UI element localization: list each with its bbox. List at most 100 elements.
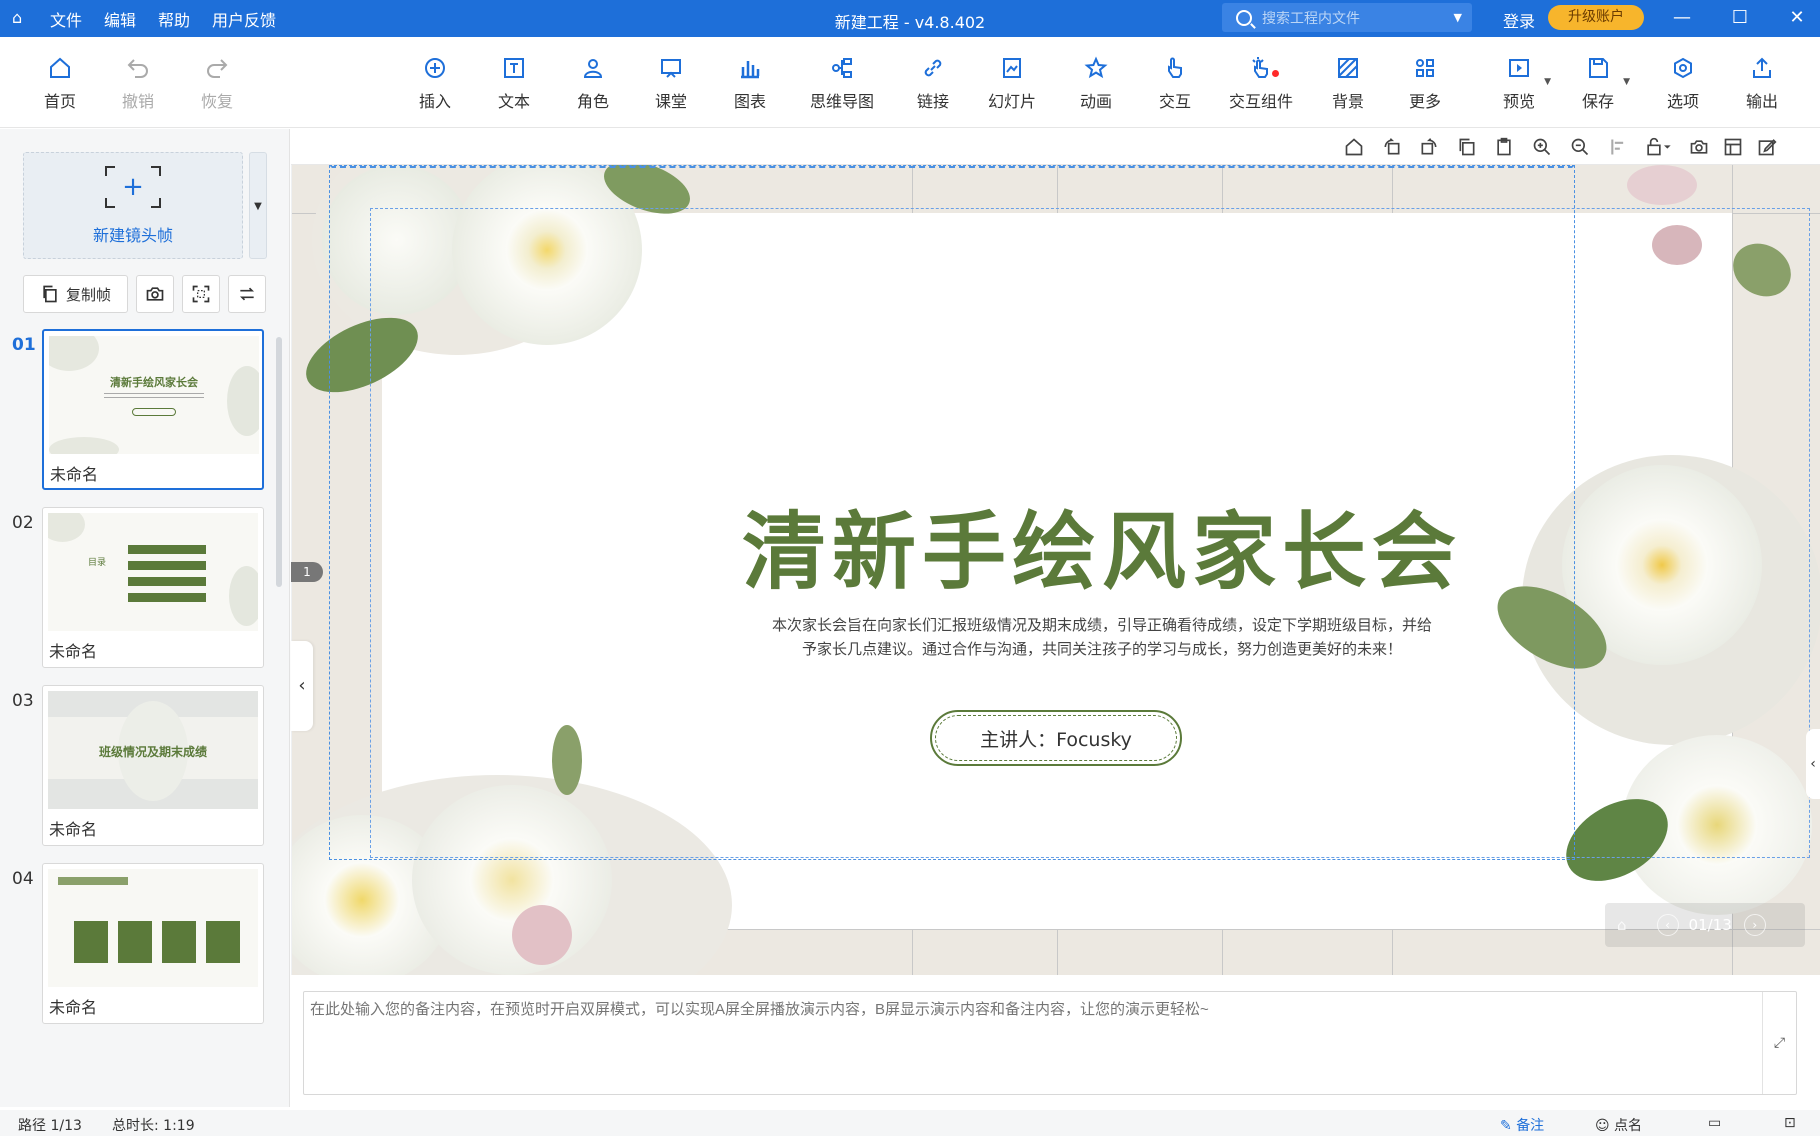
thumb-title: 班级情况及期末成绩 xyxy=(98,745,207,759)
link-icon xyxy=(919,54,947,82)
notes-toggle[interactable]: ✎ 备注 xyxy=(1500,1115,1544,1135)
paste-icon[interactable] xyxy=(1494,137,1514,157)
mindmap-button[interactable]: 思维导图 xyxy=(807,37,877,128)
search-input[interactable]: 搜索工程内文件 ▼ xyxy=(1222,3,1472,32)
insert-button[interactable]: 插入 xyxy=(415,37,455,128)
align-icon[interactable] xyxy=(1609,137,1629,157)
slide-thumbnail: 清新手绘风家长会 xyxy=(49,336,259,454)
slide-number: 01 xyxy=(12,335,36,355)
slide-thumbnail-card[interactable]: 班级情况及期末成绩 未命名 xyxy=(42,685,264,846)
menu-bar: 文件 编辑 帮助 用户反馈 xyxy=(50,0,276,37)
zoom-in-icon[interactable] xyxy=(1532,137,1552,157)
bar-chart-icon xyxy=(736,54,764,82)
slide-title[interactable]: 清新手绘风家长会 xyxy=(672,485,1532,606)
interaction-button[interactable]: 交互 xyxy=(1155,37,1195,128)
slide-list-scrollbar[interactable] xyxy=(276,337,282,587)
collapse-left-panel-icon[interactable]: ‹ xyxy=(291,641,313,731)
new-frame-button[interactable]: + 新建镜头帧 xyxy=(23,152,243,259)
redo-button[interactable]: 恢复 xyxy=(197,37,237,128)
frame-actions: 复制帧 xyxy=(23,275,266,313)
settings-icon xyxy=(1669,54,1697,82)
thumb-title: 目录 xyxy=(88,558,107,568)
slides-button[interactable]: 幻灯片 xyxy=(986,37,1038,128)
chevron-down-icon[interactable]: ▼ xyxy=(1623,77,1630,87)
notes-panel: ⤢ xyxy=(303,991,1797,1095)
menu-help[interactable]: 帮助 xyxy=(158,7,190,31)
link-button[interactable]: 链接 xyxy=(913,37,953,128)
home-icon[interactable]: ⌂ xyxy=(1617,916,1627,934)
thumb-title: 清新手绘风家长会 xyxy=(110,376,198,389)
expand-right-panel-icon[interactable]: ‹ xyxy=(1806,729,1820,799)
unlock-icon[interactable]: ⊡ xyxy=(1784,1115,1796,1131)
classroom-button[interactable]: 课堂 xyxy=(651,37,691,128)
presenter-label[interactable]: 主讲人：Focusky xyxy=(930,710,1182,766)
background-button[interactable]: 背景 xyxy=(1328,37,1368,128)
slide-thumbnail-card[interactable]: 清新手绘风家长会 未命名 xyxy=(42,329,264,490)
screenshot-icon[interactable] xyxy=(1689,137,1709,157)
previous-slide-icon[interactable]: ‹ xyxy=(1656,914,1679,936)
slide-canvas[interactable]: 清新手绘风家长会 本次家长会旨在向家长们汇报班级情况及期末成绩，引导正确看待成绩… xyxy=(292,165,1820,975)
frame-select-icon[interactable] xyxy=(182,275,220,313)
notes-input[interactable] xyxy=(310,998,1760,1088)
upload-icon xyxy=(1748,54,1776,82)
home-button[interactable]: 首页 xyxy=(40,37,80,128)
menu-feedback[interactable]: 用户反馈 xyxy=(212,7,276,31)
text-button[interactable]: 文本 xyxy=(494,37,534,128)
copy-icon[interactable] xyxy=(1457,137,1477,157)
title-bar: ⌂ 文件 编辑 帮助 用户反馈 新建工程 - v4.8.402 搜索工程内文件 … xyxy=(0,0,1820,37)
new-frame-dropdown[interactable]: ▼ xyxy=(249,152,267,259)
app-logo-icon[interactable]: ⌂ xyxy=(12,8,22,27)
layer-settings-icon[interactable] xyxy=(1723,137,1743,157)
frame-marker[interactable]: 1 xyxy=(291,562,323,582)
camera-icon[interactable] xyxy=(136,275,174,313)
next-slide-icon[interactable]: › xyxy=(1743,914,1766,936)
slide-thumbnail-card[interactable]: 未命名 xyxy=(42,863,264,1024)
copy-frame-button[interactable]: 复制帧 xyxy=(23,275,128,313)
rotate-left-icon[interactable] xyxy=(1382,137,1402,157)
slideshow-icon xyxy=(998,54,1026,82)
interaction-widgets-button[interactable]: 交互组件 xyxy=(1226,37,1296,128)
grid-icon xyxy=(1411,54,1439,82)
upgrade-account-button[interactable]: 升级账户 xyxy=(1548,5,1644,30)
close-icon[interactable]: ✕ xyxy=(1782,4,1812,32)
login-button[interactable]: 登录 xyxy=(1503,8,1535,32)
slide-number: 04 xyxy=(12,869,34,889)
more-button[interactable]: 更多 xyxy=(1405,37,1445,128)
rollcall-button[interactable]: ☺ 点名 xyxy=(1595,1115,1642,1135)
options-button[interactable]: 选项 xyxy=(1663,37,1703,128)
canvas-area: 清新手绘风家长会 本次家长会旨在向家长们汇报班级情况及期末成绩，引导正确看待成绩… xyxy=(291,129,1820,975)
maximize-icon[interactable]: ☐ xyxy=(1725,4,1755,32)
export-button[interactable]: 输出 xyxy=(1742,37,1782,128)
slide-thumbnail-card[interactable]: 目录 未命名 xyxy=(42,507,264,668)
slide-name: 未命名 xyxy=(49,820,98,839)
main-toolbar: 首页 撤销 恢复 插入 文本 角色 课堂 图表 思维导图 链接 幻灯片 动画 交… xyxy=(0,37,1820,128)
path-status: 路径 1/13 xyxy=(18,1118,82,1134)
edit-icon[interactable] xyxy=(1757,137,1777,157)
chevron-down-icon[interactable]: ▼ xyxy=(1544,77,1551,87)
page-indicator: 01/13 xyxy=(1688,916,1732,934)
slide-thumbnail: 目录 xyxy=(48,513,258,631)
menu-edit[interactable]: 编辑 xyxy=(104,7,136,31)
menu-file[interactable]: 文件 xyxy=(50,7,82,31)
slide-pager: ⌂ ‹ 01/13 › xyxy=(1605,903,1805,947)
preview-button[interactable]: 预览 ▼ xyxy=(1499,37,1551,128)
animation-button[interactable]: 动画 xyxy=(1076,37,1116,128)
home-icon xyxy=(46,54,74,82)
slide-list: 01 清新手绘风家长会 未命名 ⧗ 02 xyxy=(0,329,290,1107)
screen-icon[interactable]: ▭ xyxy=(1708,1115,1721,1131)
blackboard-icon xyxy=(657,54,685,82)
rotate-right-icon[interactable] xyxy=(1419,137,1439,157)
slide-name: 未命名 xyxy=(50,465,99,484)
save-button[interactable]: 保存 ▼ xyxy=(1578,37,1630,128)
transition-settings-icon[interactable] xyxy=(228,275,266,313)
role-button[interactable]: 角色 xyxy=(573,37,613,128)
chart-button[interactable]: 图表 xyxy=(730,37,770,128)
home-icon[interactable] xyxy=(1344,137,1364,157)
expand-icon[interactable]: ⤢ xyxy=(1762,992,1796,1094)
slide-description[interactable]: 本次家长会旨在向家长们汇报班级情况及期末成绩，引导正确看待成绩，设定下学期班级目… xyxy=(672,613,1532,661)
chevron-down-icon[interactable]: ▼ xyxy=(1454,11,1462,24)
lock-icon[interactable] xyxy=(1643,137,1675,157)
minimize-icon[interactable]: — xyxy=(1667,4,1697,32)
zoom-out-icon[interactable] xyxy=(1570,137,1590,157)
undo-button[interactable]: 撤销 xyxy=(118,37,158,128)
